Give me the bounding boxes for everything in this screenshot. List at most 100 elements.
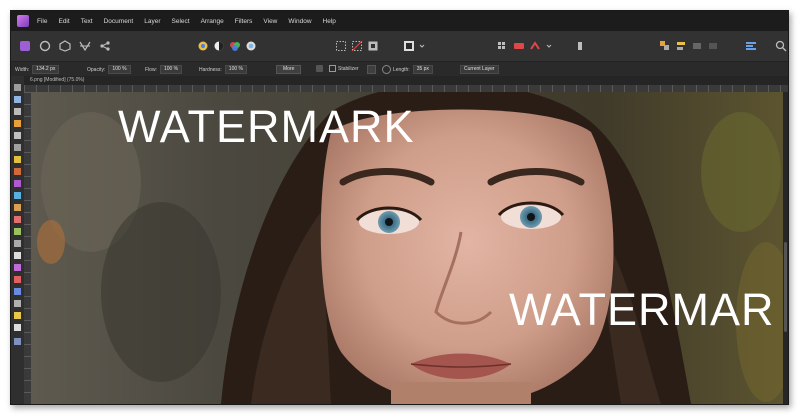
auto-white-balance-icon[interactable] <box>245 40 257 52</box>
stabilizer-label: Stabilizer <box>338 65 359 72</box>
menu-bar: File Edit Text Document Layer Select Arr… <box>11 11 788 31</box>
layer-fx-icon[interactable] <box>707 40 719 52</box>
blur-brush-icon[interactable] <box>14 252 21 259</box>
width-control: Width: 134.2 px <box>15 65 60 74</box>
more-button[interactable]: More <box>276 65 302 74</box>
brush-options-control <box>316 65 323 72</box>
chevron-down-icon[interactable] <box>416 40 428 52</box>
snapping-magnet-icon[interactable] <box>529 40 541 52</box>
menu-window[interactable]: Window <box>288 18 311 25</box>
node-tool-icon[interactable] <box>14 300 21 307</box>
watermark-text-2[interactable]: WATERMAR <box>509 287 774 332</box>
app-window: File Edit Text Document Layer Select Arr… <box>10 10 789 405</box>
length-label: Length: <box>393 66 410 73</box>
selection-brush-icon[interactable] <box>14 120 21 127</box>
tone-mapping-persona-icon[interactable] <box>79 40 91 52</box>
scrollbar-thumb[interactable] <box>784 242 787 332</box>
liquify-persona-icon[interactable] <box>39 40 51 52</box>
assistant-icon[interactable] <box>513 40 525 52</box>
document-tab[interactable]: 6.png [Modified] (75.0%) <box>24 76 788 85</box>
stabilizer-mode-control <box>367 65 391 74</box>
pen-tool-icon[interactable] <box>14 288 21 295</box>
dodge-brush-icon[interactable] <box>14 228 21 235</box>
app-logo-icon <box>17 15 29 27</box>
healing-brush-icon[interactable] <box>14 264 21 271</box>
opacity-control: Opacity: 100 % <box>87 65 131 74</box>
freehand-selection-icon[interactable] <box>14 156 21 163</box>
shape-tool-icon[interactable] <box>14 312 21 319</box>
stabilizer-control: Stabilizer <box>329 65 359 72</box>
menu-text[interactable]: Text <box>81 18 93 25</box>
menu-layer[interactable]: Layer <box>144 18 160 25</box>
length-control: Length: 35 px <box>393 65 433 74</box>
tools-panel <box>11 76 25 404</box>
chevron-down-icon[interactable] <box>543 40 555 52</box>
selection-box-icon[interactable] <box>335 40 347 52</box>
menu-file[interactable]: File <box>37 18 47 25</box>
camera-icon[interactable] <box>574 40 586 52</box>
develop-persona-icon[interactable] <box>59 40 71 52</box>
layer-source-select[interactable]: Current Layer <box>460 65 499 74</box>
red-eye-tool-icon[interactable] <box>14 276 21 283</box>
view-tool-icon[interactable] <box>14 96 21 103</box>
menu-document[interactable]: Document <box>104 18 134 25</box>
photo-persona-icon[interactable] <box>19 40 31 52</box>
menu-view[interactable]: View <box>263 18 277 25</box>
auto-contrast-icon[interactable] <box>213 40 225 52</box>
opacity-label: Opacity: <box>87 66 106 73</box>
document-canvas[interactable]: WATERMARK WATERMAR <box>31 92 788 404</box>
hardness-label: Hardness: <box>199 66 222 73</box>
menu-edit[interactable]: Edit <box>58 18 69 25</box>
move-tool-icon[interactable] <box>14 84 21 91</box>
window-mode-icon[interactable] <box>382 65 391 74</box>
flow-control: Flow: 100 % <box>145 65 183 74</box>
hardness-field[interactable]: 100 % <box>224 65 247 74</box>
vertical-ruler <box>24 92 31 404</box>
length-field[interactable]: 35 px <box>412 65 433 74</box>
text-tool-icon[interactable] <box>14 324 21 331</box>
flood-select-icon[interactable] <box>14 132 21 139</box>
main-toolbar <box>11 31 788 62</box>
layer-source-control: Current Layer <box>457 65 499 74</box>
flow-label: Flow: <box>145 66 157 73</box>
grid-snapping-icon[interactable] <box>497 40 509 52</box>
arrange-icon[interactable] <box>659 40 671 52</box>
menu-filters[interactable]: Filters <box>235 18 253 25</box>
marquee-tool-icon[interactable] <box>14 144 21 151</box>
opacity-field[interactable]: 100 % <box>108 65 131 74</box>
menu-select[interactable]: Select <box>172 18 190 25</box>
studio-panel-icon[interactable] <box>745 40 757 52</box>
erase-brush-icon[interactable] <box>14 216 21 223</box>
clone-brush-icon[interactable] <box>14 240 21 247</box>
brush-options-icon[interactable] <box>316 65 323 72</box>
vertical-scrollbar[interactable] <box>783 92 788 404</box>
fill-tool-icon[interactable] <box>14 204 21 211</box>
auto-levels-icon[interactable] <box>197 40 209 52</box>
rope-mode-icon[interactable] <box>367 65 376 74</box>
width-field[interactable]: 134.2 px <box>32 65 60 74</box>
crop-tool-icon[interactable] <box>14 108 21 115</box>
invert-selection-icon[interactable] <box>367 40 379 52</box>
pixel-tool-icon[interactable] <box>14 180 21 187</box>
stabilizer-checkbox[interactable] <box>329 65 336 72</box>
context-toolbar: Width: 134.2 px Opacity: 100 % Flow: 100… <box>11 62 788 77</box>
hardness-control: Hardness: 100 % <box>199 65 247 74</box>
paint-brush-icon[interactable] <box>14 168 21 175</box>
watermark-text-1[interactable]: WATERMARK <box>118 104 415 149</box>
menu-help[interactable]: Help <box>323 18 336 25</box>
auto-colors-icon[interactable] <box>229 40 241 52</box>
deselect-icon[interactable] <box>351 40 363 52</box>
horizontal-ruler <box>24 85 788 92</box>
more-control: More <box>276 65 302 74</box>
document-title: 6.png [Modified] (75.0%) <box>30 77 85 83</box>
menu-arrange[interactable]: Arrange <box>201 18 224 25</box>
flow-field[interactable]: 100 % <box>159 65 183 74</box>
quick-mask-icon[interactable] <box>403 40 415 52</box>
layer-order-icon[interactable] <box>691 40 703 52</box>
align-icon[interactable] <box>675 40 687 52</box>
color-picker-icon[interactable] <box>14 192 21 199</box>
width-label: Width: <box>15 66 30 73</box>
zoom-tool-icon[interactable] <box>14 338 21 345</box>
export-persona-icon[interactable] <box>99 40 111 52</box>
search-icon[interactable] <box>775 40 787 52</box>
